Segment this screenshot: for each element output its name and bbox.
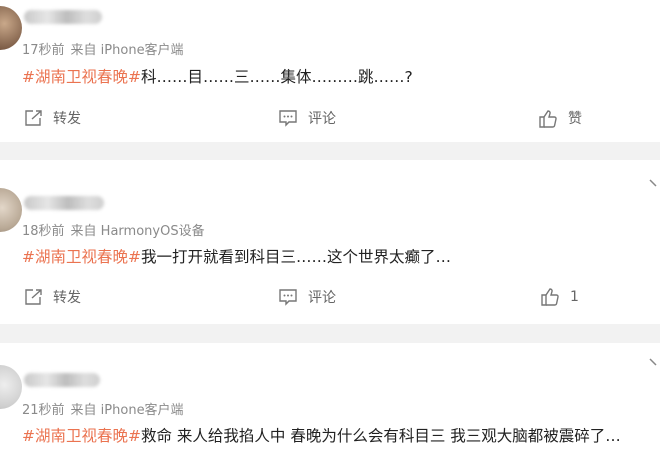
like-icon — [541, 288, 559, 306]
post-content: #湖南卫视春晚#科……目……三……集体………跳……? — [22, 65, 413, 87]
username-blurred[interactable] — [24, 196, 104, 210]
topic-link[interactable]: #湖南卫视春晚# — [22, 427, 141, 445]
comment-button[interactable]: 评论 — [278, 108, 336, 128]
username-blurred[interactable] — [24, 10, 102, 24]
chevron-down-icon[interactable] — [648, 357, 660, 367]
post-text: 救命 来人给我掐人中 春晚为什么会有科目三 我三观大脑都被震碎了… — [140, 427, 621, 445]
avatar[interactable] — [0, 365, 22, 409]
like-label: 赞 — [568, 111, 582, 127]
repost-button[interactable]: 转发 — [24, 287, 81, 307]
comment-label: 评论 — [308, 111, 336, 127]
post-source: 来自 iPhone客户端 — [70, 403, 184, 418]
username-blurred[interactable] — [24, 373, 100, 387]
post-meta: 18秒前 来自 HarmonyOS设备 — [22, 220, 205, 239]
repost-label: 转发 — [53, 111, 81, 127]
like-count: 1 — [570, 288, 579, 305]
post-text: 我一打开就看到科目三……这个世界太癫了… — [140, 248, 451, 266]
comment-button[interactable]: 评论 — [278, 287, 336, 307]
post-time[interactable]: 18秒前 — [22, 224, 65, 239]
post-content: #湖南卫视春晚#我一打开就看到科目三……这个世界太癫了… — [22, 245, 451, 267]
post-card: 21秒前 来自 iPhone客户端 #湖南卫视春晚#救命 来人给我掐人中 春晚为什… — [0, 343, 660, 461]
topic-link[interactable]: #湖南卫视春晚# — [22, 248, 141, 266]
topic-link[interactable]: #湖南卫视春晚# — [22, 68, 141, 86]
like-button[interactable]: 1 — [540, 287, 579, 306]
repost-icon — [25, 289, 42, 305]
post-source: 来自 HarmonyOS设备 — [70, 224, 205, 239]
comment-icon — [279, 289, 297, 306]
comment-label: 评论 — [308, 290, 336, 306]
like-button[interactable]: 赞 — [538, 108, 582, 128]
post-text: 科……目……三……集体………跳……? — [140, 68, 413, 86]
post-meta: 17秒前 来自 iPhone客户端 — [22, 39, 184, 58]
repost-label: 转发 — [53, 290, 81, 306]
post-card: 17秒前 来自 iPhone客户端 #湖南卫视春晚#科……目……三……集体………跳… — [0, 0, 660, 142]
avatar[interactable] — [0, 188, 22, 232]
post-time[interactable]: 21秒前 — [22, 403, 65, 418]
post-content: #湖南卫视春晚#救命 来人给我掐人中 春晚为什么会有科目三 我三观大脑都被震碎了… — [22, 424, 621, 446]
post-source: 来自 iPhone客户端 — [70, 43, 184, 58]
post-card: 18秒前 来自 HarmonyOS设备 #湖南卫视春晚#我一打开就看到科目三……这… — [0, 160, 660, 324]
post-time[interactable]: 17秒前 — [22, 43, 65, 58]
chevron-down-icon[interactable] — [648, 178, 660, 188]
repost-button[interactable]: 转发 — [24, 108, 81, 128]
repost-icon — [25, 110, 42, 126]
like-icon — [539, 109, 557, 128]
comment-icon — [279, 110, 297, 127]
post-actions: 转发 评论 赞 — [0, 108, 660, 132]
avatar[interactable] — [0, 6, 22, 50]
post-actions: 转发 评论 1 — [0, 287, 660, 311]
post-meta: 21秒前 来自 iPhone客户端 — [22, 399, 184, 418]
